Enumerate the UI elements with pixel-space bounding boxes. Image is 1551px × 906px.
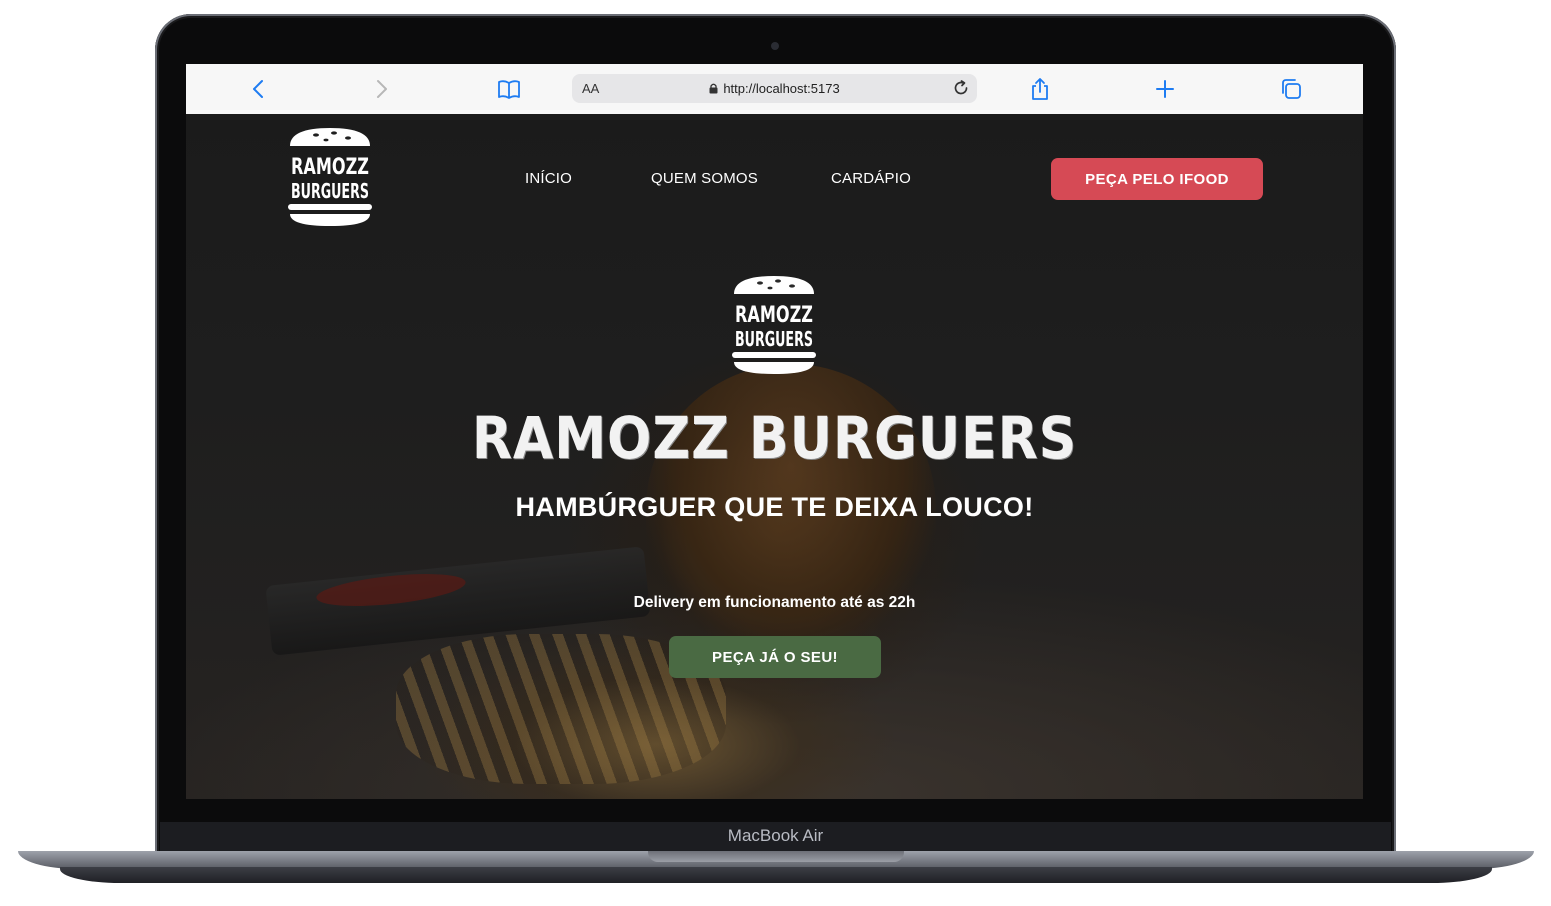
site-logo-line2: BURGUERS xyxy=(291,179,369,203)
back-icon[interactable] xyxy=(246,77,270,101)
address-bar[interactable]: AA http://localhost:5173 xyxy=(572,74,977,103)
device-label: MacBook Air xyxy=(727,826,824,845)
delivery-hours-text: Delivery em funcionamento até as 22h xyxy=(633,594,916,611)
laptop-base-bottom xyxy=(60,867,1492,883)
url-field[interactable]: http://localhost:5173 xyxy=(572,81,977,97)
screen: AA http://localhost:5173 RAMOZZ BURGUERS… xyxy=(186,64,1363,799)
hero-logo: RAMOZZ BURGUERS xyxy=(729,274,819,376)
site-navbar: RAMOZZ BURGUERS INÍCIO QUEM SOMOS CARDÁP… xyxy=(186,114,1363,244)
site-logo[interactable]: RAMOZZ BURGUERS xyxy=(286,126,374,228)
hero-subtitle: HAMBÚRGUER QUE TE DEIXA LOUCO! xyxy=(515,492,1034,522)
lock-icon xyxy=(709,82,718,97)
laptop-hinge-notch xyxy=(648,851,904,862)
forward-icon[interactable] xyxy=(370,77,394,101)
hero-logo-line2: BURGUERS xyxy=(735,327,813,351)
bookmarks-icon[interactable] xyxy=(497,77,521,101)
share-icon[interactable] xyxy=(1028,77,1052,101)
ifood-order-button[interactable]: PEÇA PELO IFOOD xyxy=(1051,158,1263,200)
url-text: http://localhost:5173 xyxy=(723,81,840,96)
hero-title: RAMOZZ BURGUERS xyxy=(471,404,1078,472)
nav-link-cardapio[interactable]: CARDÁPIO xyxy=(831,170,911,187)
hero-section: RAMOZZ BURGUERS INÍCIO QUEM SOMOS CARDÁP… xyxy=(186,114,1363,799)
nav-link-quem-somos[interactable]: QUEM SOMOS xyxy=(651,170,758,187)
webcam xyxy=(771,42,779,50)
new-tab-icon[interactable] xyxy=(1153,77,1177,101)
order-now-button[interactable]: PEÇA JÁ O SEU! xyxy=(669,636,881,678)
reload-icon[interactable] xyxy=(951,78,971,103)
hero-logo-line1: RAMOZZ xyxy=(735,303,813,328)
tabs-overview-icon[interactable] xyxy=(1279,77,1303,101)
browser-toolbar: AA http://localhost:5173 xyxy=(186,64,1363,115)
nav-link-inicio[interactable]: INÍCIO xyxy=(525,170,572,187)
site-logo-line1: RAMOZZ xyxy=(291,155,369,180)
